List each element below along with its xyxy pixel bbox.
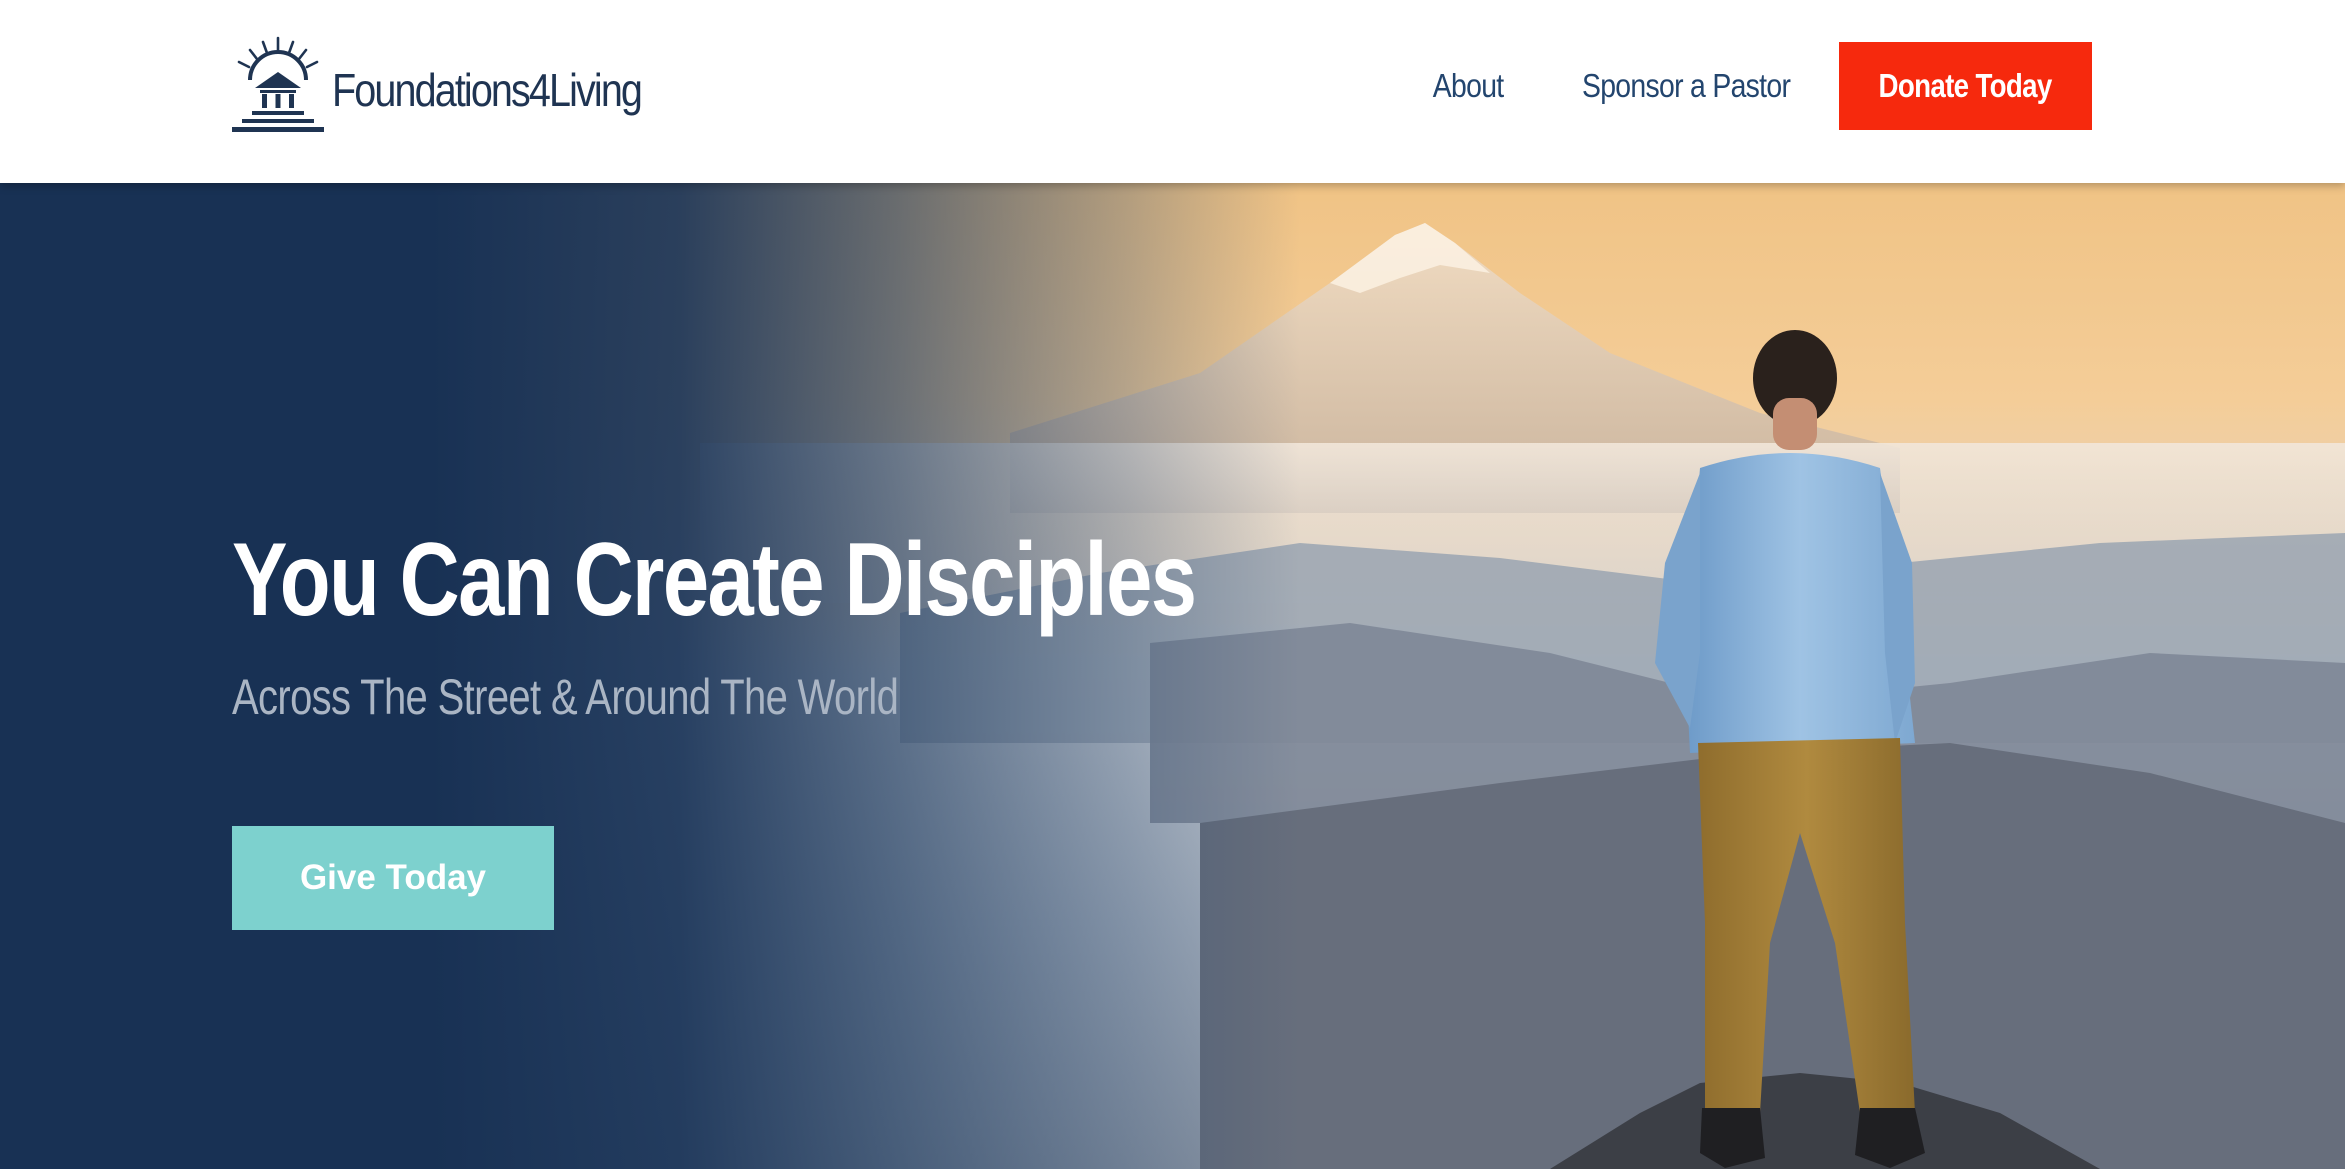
donate-button[interactable]: Donate Today bbox=[1839, 42, 2092, 130]
donate-button-label: Donate Today bbox=[1878, 67, 2053, 104]
nav-about[interactable]: About bbox=[1432, 67, 1503, 105]
site-header: Foundations4Living About Sponsor a Pasto… bbox=[0, 0, 2345, 183]
main-nav: About Sponsor a Pastor Donate Today bbox=[1427, 42, 2092, 130]
give-today-button[interactable]: Give Today bbox=[232, 826, 554, 930]
hero-subtitle: Across The Street & Around The World bbox=[232, 669, 899, 725]
hero-title: You Can Create Disciples bbox=[232, 522, 1197, 638]
logo-link[interactable]: Foundations4Living bbox=[230, 34, 691, 138]
sunrise-house-icon bbox=[232, 36, 324, 132]
hero-content: You Can Create Disciples Across The Stre… bbox=[232, 528, 1432, 722]
nav-sponsor-a-pastor[interactable]: Sponsor a Pastor bbox=[1582, 67, 1791, 105]
hero-section: You Can Create Disciples Across The Stre… bbox=[0, 183, 2345, 1169]
logo-text: Foundations4Living bbox=[332, 64, 643, 116]
give-today-button-label: Give Today bbox=[299, 858, 487, 897]
